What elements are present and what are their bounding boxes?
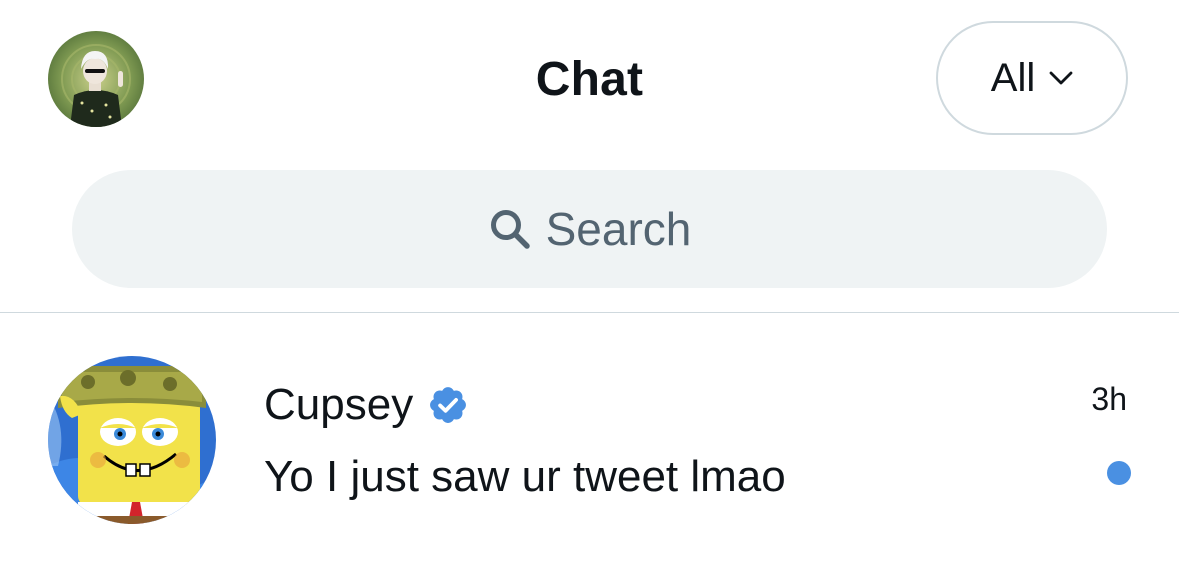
unread-indicator [1107,461,1131,485]
conversation-header: Cupsey [264,379,469,431]
contact-name: Cupsey [264,380,414,429]
verified-badge-icon [427,384,469,426]
chat-screen: Chat All Search Cupsey 3h Yo I just saw … [0,0,1179,581]
message-timestamp: 3h [1091,381,1127,417]
search-placeholder: Search [545,203,692,255]
filter-label: All [990,56,1036,100]
search-icon [488,207,532,251]
conversation-avatar[interactable] [48,356,216,524]
search-input[interactable]: Search [72,170,1107,288]
spongebob-avatar-image [48,356,216,524]
chat-header: Chat All [0,0,1179,160]
filter-dropdown-button[interactable]: All [936,21,1128,135]
conversation-row[interactable]: Cupsey 3h Yo I just saw ur tweet lmao [0,313,1179,581]
chevron-down-icon [1049,70,1073,86]
message-preview: Yo I just saw ur tweet lmao [264,452,786,501]
